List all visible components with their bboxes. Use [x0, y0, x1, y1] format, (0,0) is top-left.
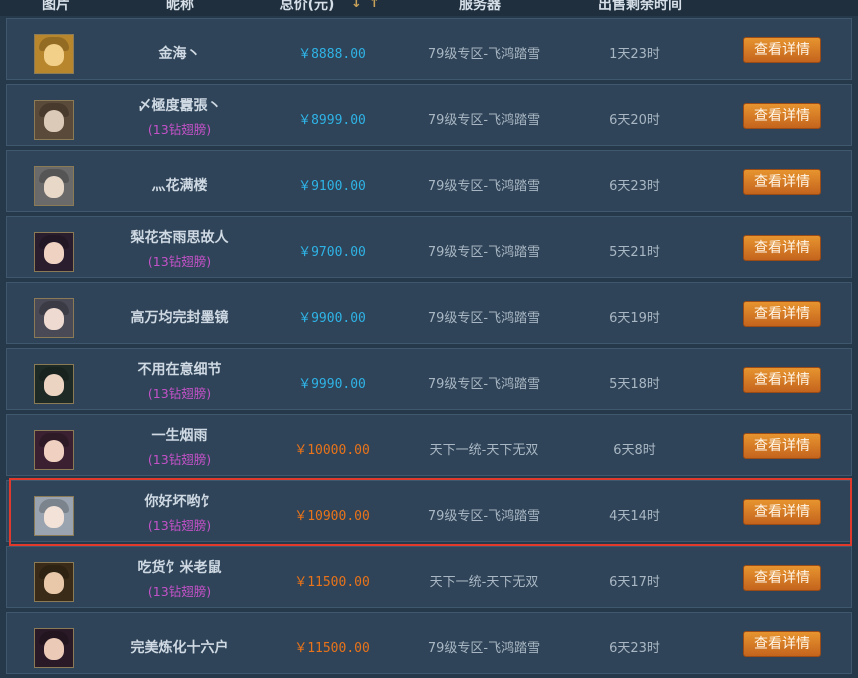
remaining-time: 6天23时: [609, 179, 660, 194]
remaining-time: 6天8时: [613, 443, 656, 458]
table-row: 一生烟雨 (13钻翅膀) ￥10000.00 天下一统-天下无双 6天8时 查看…: [6, 414, 852, 476]
character-nickname: 〆極度囂張丶: [137, 98, 222, 114]
character-avatar[interactable]: [34, 166, 74, 206]
price: ￥8888.00: [298, 47, 366, 62]
table-row: 你好坏哟饣 (13钻翅膀) ￥10900.00 79级专区-飞鸿踏雪 4天14时…: [6, 480, 852, 542]
server-name: 79级专区-飞鸿踏雪: [427, 641, 541, 656]
remaining-time: 5天21时: [609, 245, 660, 260]
wing-badge: (13钻翅膀): [147, 254, 212, 269]
table-row: 不用在意细节 (13钻翅膀) ￥9990.00 79级专区-飞鸿踏雪 5天18时…: [6, 348, 852, 410]
view-details-button[interactable]: 查看详情: [743, 367, 821, 393]
server-name: 79级专区-飞鸿踏雪: [427, 245, 541, 260]
character-nickname: 灬花满楼: [151, 178, 208, 194]
remaining-time: 6天20时: [609, 113, 660, 128]
remaining-time: 6天19时: [609, 311, 660, 326]
server-name: 天下一统-天下无双: [429, 575, 539, 590]
price: ￥10900.00: [294, 509, 370, 524]
price: ￥8999.00: [298, 113, 366, 128]
view-details-button[interactable]: 查看详情: [743, 631, 821, 657]
col-image-header: 图片: [42, 0, 70, 13]
table-header: 图片 昵称 总价(元) ↓ ↑ 服务器 出售剩余时间: [0, 0, 858, 16]
remaining-time: 6天23时: [609, 641, 660, 656]
sort-up-icon[interactable]: ↑: [369, 0, 380, 11]
table-row: 金海丶 ￥8888.00 79级专区-飞鸿踏雪 1天23时 查看详情: [6, 18, 852, 80]
view-details-button[interactable]: 查看详情: [743, 103, 821, 129]
sort-down-icon[interactable]: ↓: [351, 0, 362, 11]
character-avatar[interactable]: [34, 232, 74, 272]
price: ￥11500.00: [294, 641, 370, 656]
table-row: 高万均完封墨镜 ￥9900.00 79级专区-飞鸿踏雪 6天19时 查看详情: [6, 282, 852, 344]
character-nickname: 完美炼化十六户: [130, 640, 229, 656]
character-nickname: 吃货饣米老鼠: [137, 560, 222, 576]
price: ￥9700.00: [298, 245, 366, 260]
view-details-button[interactable]: 查看详情: [743, 499, 821, 525]
wing-badge: (13钻翅膀): [147, 386, 212, 401]
character-avatar[interactable]: [34, 496, 74, 536]
price: ￥9900.00: [298, 311, 366, 326]
col-server-header: 服务器: [459, 0, 501, 13]
server-name: 79级专区-飞鸿踏雪: [427, 47, 541, 62]
character-nickname: 高万均完封墨镜: [130, 310, 229, 326]
remaining-time: 6天17时: [609, 575, 660, 590]
wing-badge: (13钻翅膀): [147, 584, 212, 599]
view-details-button[interactable]: 查看详情: [743, 565, 821, 591]
col-remaining-header: 出售剩余时间: [598, 0, 682, 13]
price: ￥11500.00: [294, 575, 370, 590]
character-avatar[interactable]: [34, 298, 74, 338]
view-details-button[interactable]: 查看详情: [743, 433, 821, 459]
wing-badge: (13钻翅膀): [147, 518, 212, 533]
view-details-button[interactable]: 查看详情: [743, 37, 821, 63]
listing-table: 金海丶 ￥8888.00 79级专区-飞鸿踏雪 1天23时 查看详情 〆極度囂張…: [6, 18, 852, 678]
server-name: 79级专区-飞鸿踏雪: [427, 509, 541, 524]
table-row: 梨花杏雨思故人 (13钻翅膀) ￥9700.00 79级专区-飞鸿踏雪 5天21…: [6, 216, 852, 278]
view-details-button[interactable]: 查看详情: [743, 301, 821, 327]
character-nickname: 梨花杏雨思故人: [130, 230, 229, 246]
server-name: 79级专区-飞鸿踏雪: [427, 311, 541, 326]
col-nickname-header: 昵称: [166, 0, 194, 13]
remaining-time: 4天14时: [609, 509, 660, 524]
table-row: 〆極度囂張丶 (13钻翅膀) ￥8999.00 79级专区-飞鸿踏雪 6天20时…: [6, 84, 852, 146]
character-nickname: 你好坏哟饣: [144, 494, 215, 510]
server-name: 79级专区-飞鸿踏雪: [427, 377, 541, 392]
remaining-time: 1天23时: [609, 47, 660, 62]
wing-badge: (13钻翅膀): [147, 122, 212, 137]
character-avatar[interactable]: [34, 628, 74, 668]
character-avatar[interactable]: [34, 34, 74, 74]
view-details-button[interactable]: 查看详情: [743, 169, 821, 195]
view-details-button[interactable]: 查看详情: [743, 235, 821, 261]
character-nickname: 不用在意细节: [137, 362, 222, 378]
wing-badge: (13钻翅膀): [147, 452, 212, 467]
remaining-time: 5天18时: [609, 377, 660, 392]
character-nickname: 一生烟雨: [151, 428, 208, 444]
character-nickname: 金海丶: [158, 46, 201, 62]
table-row: 灬花满楼 ￥9100.00 79级专区-飞鸿踏雪 6天23时 查看详情: [6, 150, 852, 212]
character-avatar[interactable]: [34, 562, 74, 602]
server-name: 79级专区-飞鸿踏雪: [427, 179, 541, 194]
table-row: 完美炼化十六户 ￥11500.00 79级专区-飞鸿踏雪 6天23时 查看详情: [6, 612, 852, 674]
price: ￥9100.00: [298, 179, 366, 194]
table-row: 吃货饣米老鼠 (13钻翅膀) ￥11500.00 天下一统-天下无双 6天17时…: [6, 546, 852, 608]
server-name: 天下一统-天下无双: [429, 443, 539, 458]
server-name: 79级专区-飞鸿踏雪: [427, 113, 541, 128]
character-avatar[interactable]: [34, 364, 74, 404]
col-price-header[interactable]: 总价(元): [262, 0, 352, 13]
character-avatar[interactable]: [34, 100, 74, 140]
price: ￥9990.00: [298, 377, 366, 392]
character-avatar[interactable]: [34, 430, 74, 470]
price: ￥10000.00: [294, 443, 370, 458]
